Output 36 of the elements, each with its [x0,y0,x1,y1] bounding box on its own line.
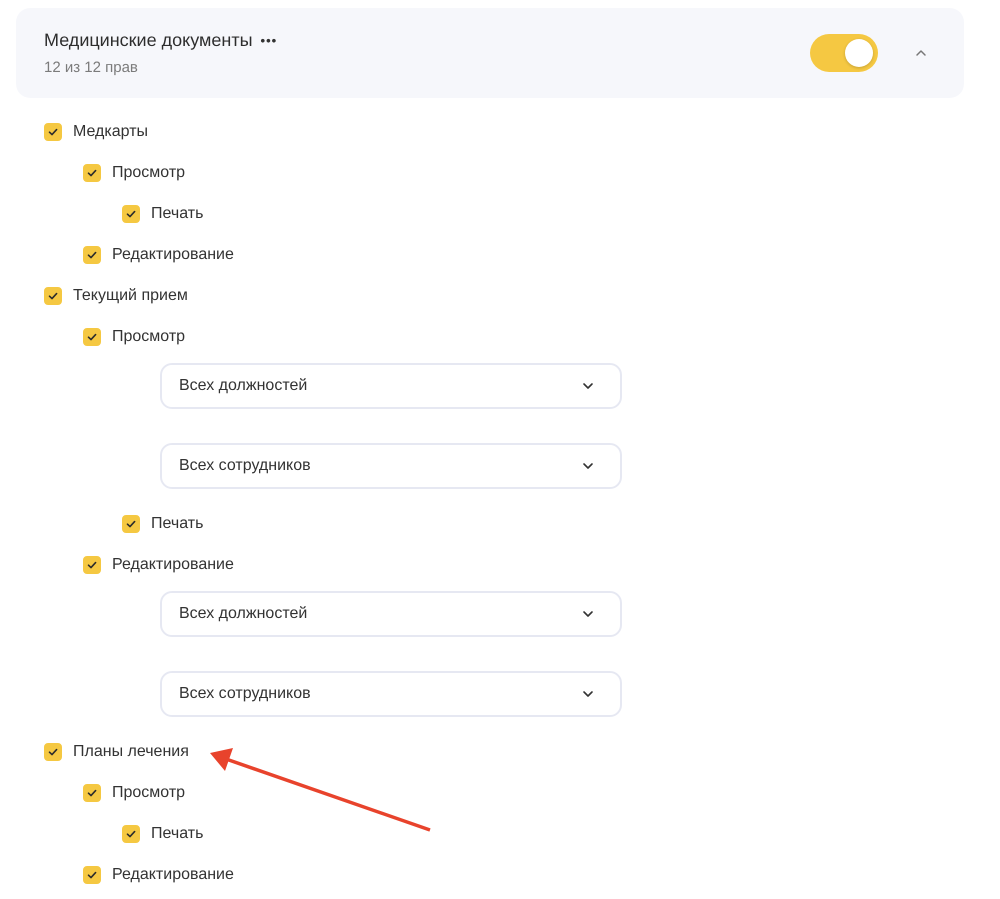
checkbox[interactable] [83,164,101,182]
dropdown[interactable]: Всех сотрудников [160,671,622,717]
permission-label: Планы лечения [73,742,189,760]
chevron-down-icon [582,380,594,392]
permission-label: Печать [151,514,204,532]
dropdown[interactable]: Всех должностей [160,591,622,637]
permission-label: Просмотр [112,164,186,182]
permission-label: Просмотр [112,784,186,802]
checkbox[interactable] [44,286,62,304]
checkbox[interactable] [44,742,62,760]
toggle-switch[interactable] [810,34,878,72]
permission-label: Текущий прием [73,286,188,304]
more-button[interactable]: ••• [260,33,278,48]
dropdown[interactable]: Всех должностей [160,363,622,409]
dropdown[interactable]: Всех сотрудников [160,443,622,489]
checkbox[interactable] [122,824,140,842]
chevron-down-icon [582,460,594,472]
chevron-down-icon [582,688,594,700]
permission-label: Печать [151,204,204,222]
checkbox[interactable] [83,784,101,802]
checkbox[interactable] [122,204,140,222]
permission-label: Печать [151,824,204,842]
permission-label: Просмотр [112,328,186,346]
permission-label: Редактирование [112,866,234,884]
rights-count: 12 из 12 прав [44,59,139,76]
checkbox[interactable] [83,328,101,346]
chevron-down-icon [582,608,594,620]
checkbox[interactable] [83,246,101,264]
checkbox[interactable] [44,122,62,140]
section-title: Медицинские документы [44,30,253,51]
checkbox[interactable] [83,866,101,884]
checkbox[interactable] [122,514,140,532]
permission-label: Медкарты [73,122,148,140]
permission-label: Редактирование [112,556,234,574]
permission-label: Редактирование [112,246,234,264]
checkbox[interactable] [83,556,101,574]
